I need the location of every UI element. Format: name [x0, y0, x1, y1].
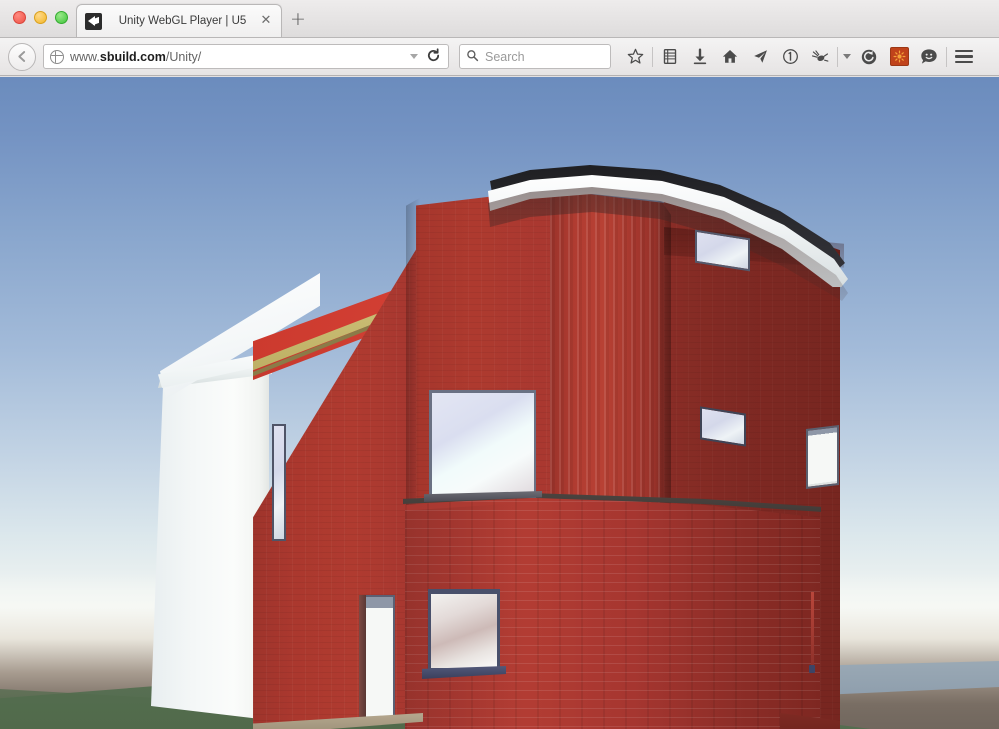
hamburger-bars	[955, 49, 973, 64]
downpipe-shoe	[809, 665, 815, 673]
download-icon[interactable]	[685, 43, 715, 71]
navigation-toolbar: www.sbuild.com/Unity/ Search	[0, 38, 999, 76]
window-glass	[806, 424, 839, 490]
chevron-down-icon[interactable]	[840, 43, 854, 71]
chevron-down-icon[interactable]	[410, 54, 418, 59]
book-glyph	[663, 49, 677, 64]
info-glyph	[782, 49, 798, 64]
window-slit	[272, 424, 286, 541]
close-window-button[interactable]	[13, 11, 26, 24]
browser-tab[interactable]: Unity WebGL Player | U5 ✕	[76, 4, 282, 37]
home-icon[interactable]	[715, 43, 745, 71]
window-controls	[13, 11, 68, 24]
paper-plane-glyph	[753, 50, 767, 63]
info-circle-icon[interactable]	[775, 43, 805, 71]
window-glass	[700, 406, 746, 447]
extension-sun-icon[interactable]	[884, 43, 914, 71]
window-first-floor-large	[429, 390, 536, 498]
sun-burst-glyph	[893, 50, 905, 63]
toolbar-divider	[652, 46, 653, 67]
bug-pin-icon[interactable]	[805, 43, 835, 71]
window-glass	[429, 390, 536, 498]
zoom-window-button[interactable]	[55, 11, 68, 24]
minimize-window-button[interactable]	[34, 11, 47, 24]
house-glyph	[722, 50, 738, 63]
window-ground-floor	[428, 589, 500, 671]
reload-icon[interactable]	[426, 47, 442, 66]
down-arrow-glyph	[693, 48, 707, 65]
browser-window: Unity WebGL Player | U5 ✕ + www.sbuild.c…	[0, 0, 999, 729]
reload-arrow-icon	[427, 47, 440, 61]
window-glass	[272, 424, 286, 541]
tab-strip: Unity WebGL Player | U5 ✕ +	[0, 0, 999, 38]
search-icon	[466, 49, 479, 65]
search-placeholder: Search	[485, 49, 525, 64]
window-right-return	[806, 424, 839, 490]
chat-smiley-icon[interactable]	[914, 43, 944, 71]
magnifier-icon	[467, 49, 479, 61]
back-arrow-icon	[17, 51, 25, 62]
search-field[interactable]: Search	[459, 44, 611, 69]
bug-glyph	[811, 49, 829, 62]
history-circle-glyph	[861, 49, 877, 64]
toolbar-divider	[946, 46, 947, 67]
downpipe	[811, 592, 814, 670]
window-glass	[428, 589, 500, 671]
window-right-upper	[700, 406, 746, 447]
star-glyph	[627, 48, 643, 64]
menu-hamburger-icon[interactable]	[949, 43, 979, 71]
speech-bubble-smiley-glyph	[921, 49, 937, 64]
new-tab-button[interactable]: +	[288, 10, 308, 30]
globe-icon	[50, 49, 64, 64]
door-jamb	[359, 595, 366, 723]
unity-logo-icon	[85, 12, 102, 30]
toolbar-icon-group	[620, 43, 979, 71]
toolbar-divider	[837, 46, 838, 67]
tab-title: Unity WebGL Player | U5	[118, 15, 247, 27]
reading-list-icon[interactable]	[655, 43, 685, 71]
white-side-wall	[151, 370, 269, 720]
extension-button-box	[889, 47, 909, 66]
send-share-icon[interactable]	[745, 43, 775, 71]
address-bar[interactable]: www.sbuild.com/Unity/	[43, 44, 449, 69]
unity-webgl-canvas[interactable]	[0, 77, 999, 729]
close-icon[interactable]: ✕	[259, 14, 273, 28]
bookmark-star-icon[interactable]	[620, 43, 650, 71]
sync-history-icon[interactable]	[854, 43, 884, 71]
url-text: www.sbuild.com/Unity/	[70, 49, 202, 64]
back-button[interactable]	[8, 42, 36, 71]
